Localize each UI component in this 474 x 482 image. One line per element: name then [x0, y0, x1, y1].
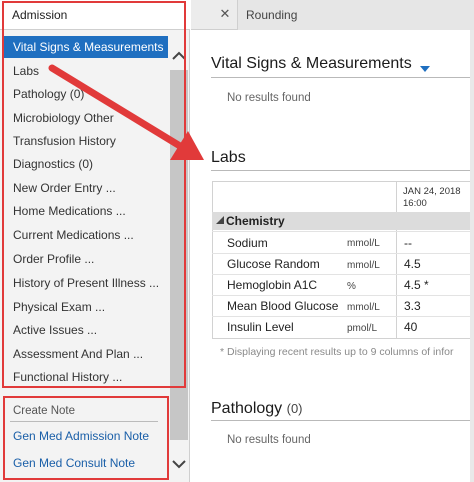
caret-down-icon[interactable] [420, 66, 430, 73]
pathology-title: Pathology (0) [211, 400, 303, 418]
nav-highlight-box [2, 1, 186, 388]
vital-signs-divider [211, 77, 474, 78]
labs-footnote: * Displaying recent results up to 9 colu… [220, 346, 454, 358]
close-icon[interactable]: ✕ [217, 6, 233, 22]
lab-name: Mean Blood Glucose [227, 299, 339, 313]
lab-value: 4.5 [404, 257, 421, 271]
labs-title: Labs [211, 149, 246, 166]
lab-value: 40 [404, 320, 418, 334]
tab-rounding[interactable]: Rounding [238, 0, 474, 30]
lab-unit: pmol/L [347, 323, 378, 334]
pathology-count: (0) [286, 401, 303, 416]
chevron-down-icon[interactable] [170, 456, 188, 472]
labs-date: JAN 24, 2018 [403, 186, 461, 197]
labs-divider [211, 170, 474, 171]
lab-unit: mmol/L [347, 238, 380, 249]
lab-name: Insulin Level [227, 320, 294, 334]
labs-time: 16:00 [403, 198, 427, 209]
right-scroll-gutter [470, 30, 474, 482]
lab-unit: % [347, 281, 356, 292]
lab-value: 3.3 [404, 299, 421, 313]
lab-unit: mmol/L [347, 302, 380, 313]
chemistry-label: Chemistry [226, 214, 285, 228]
pathology-divider [211, 420, 474, 421]
lab-name: Sodium [227, 236, 268, 250]
pathology-title-text: Pathology [211, 400, 283, 417]
vital-signs-empty: No results found [227, 92, 311, 104]
lab-unit: mmol/L [347, 260, 380, 271]
vital-signs-title: Vital Signs & Measurements [211, 55, 412, 72]
create-note-highlight-box [3, 396, 169, 480]
lab-value: -- [404, 236, 412, 250]
labs-date-header: JAN 24, 2018 16:00 [403, 186, 461, 210]
collapse-triangle-icon[interactable] [216, 216, 224, 224]
lab-name: Glucose Random [227, 257, 320, 271]
pathology-empty: No results found [227, 434, 311, 446]
lab-value: 4.5 * [404, 278, 429, 292]
lab-name: Hemoglobin A1C [227, 278, 318, 292]
